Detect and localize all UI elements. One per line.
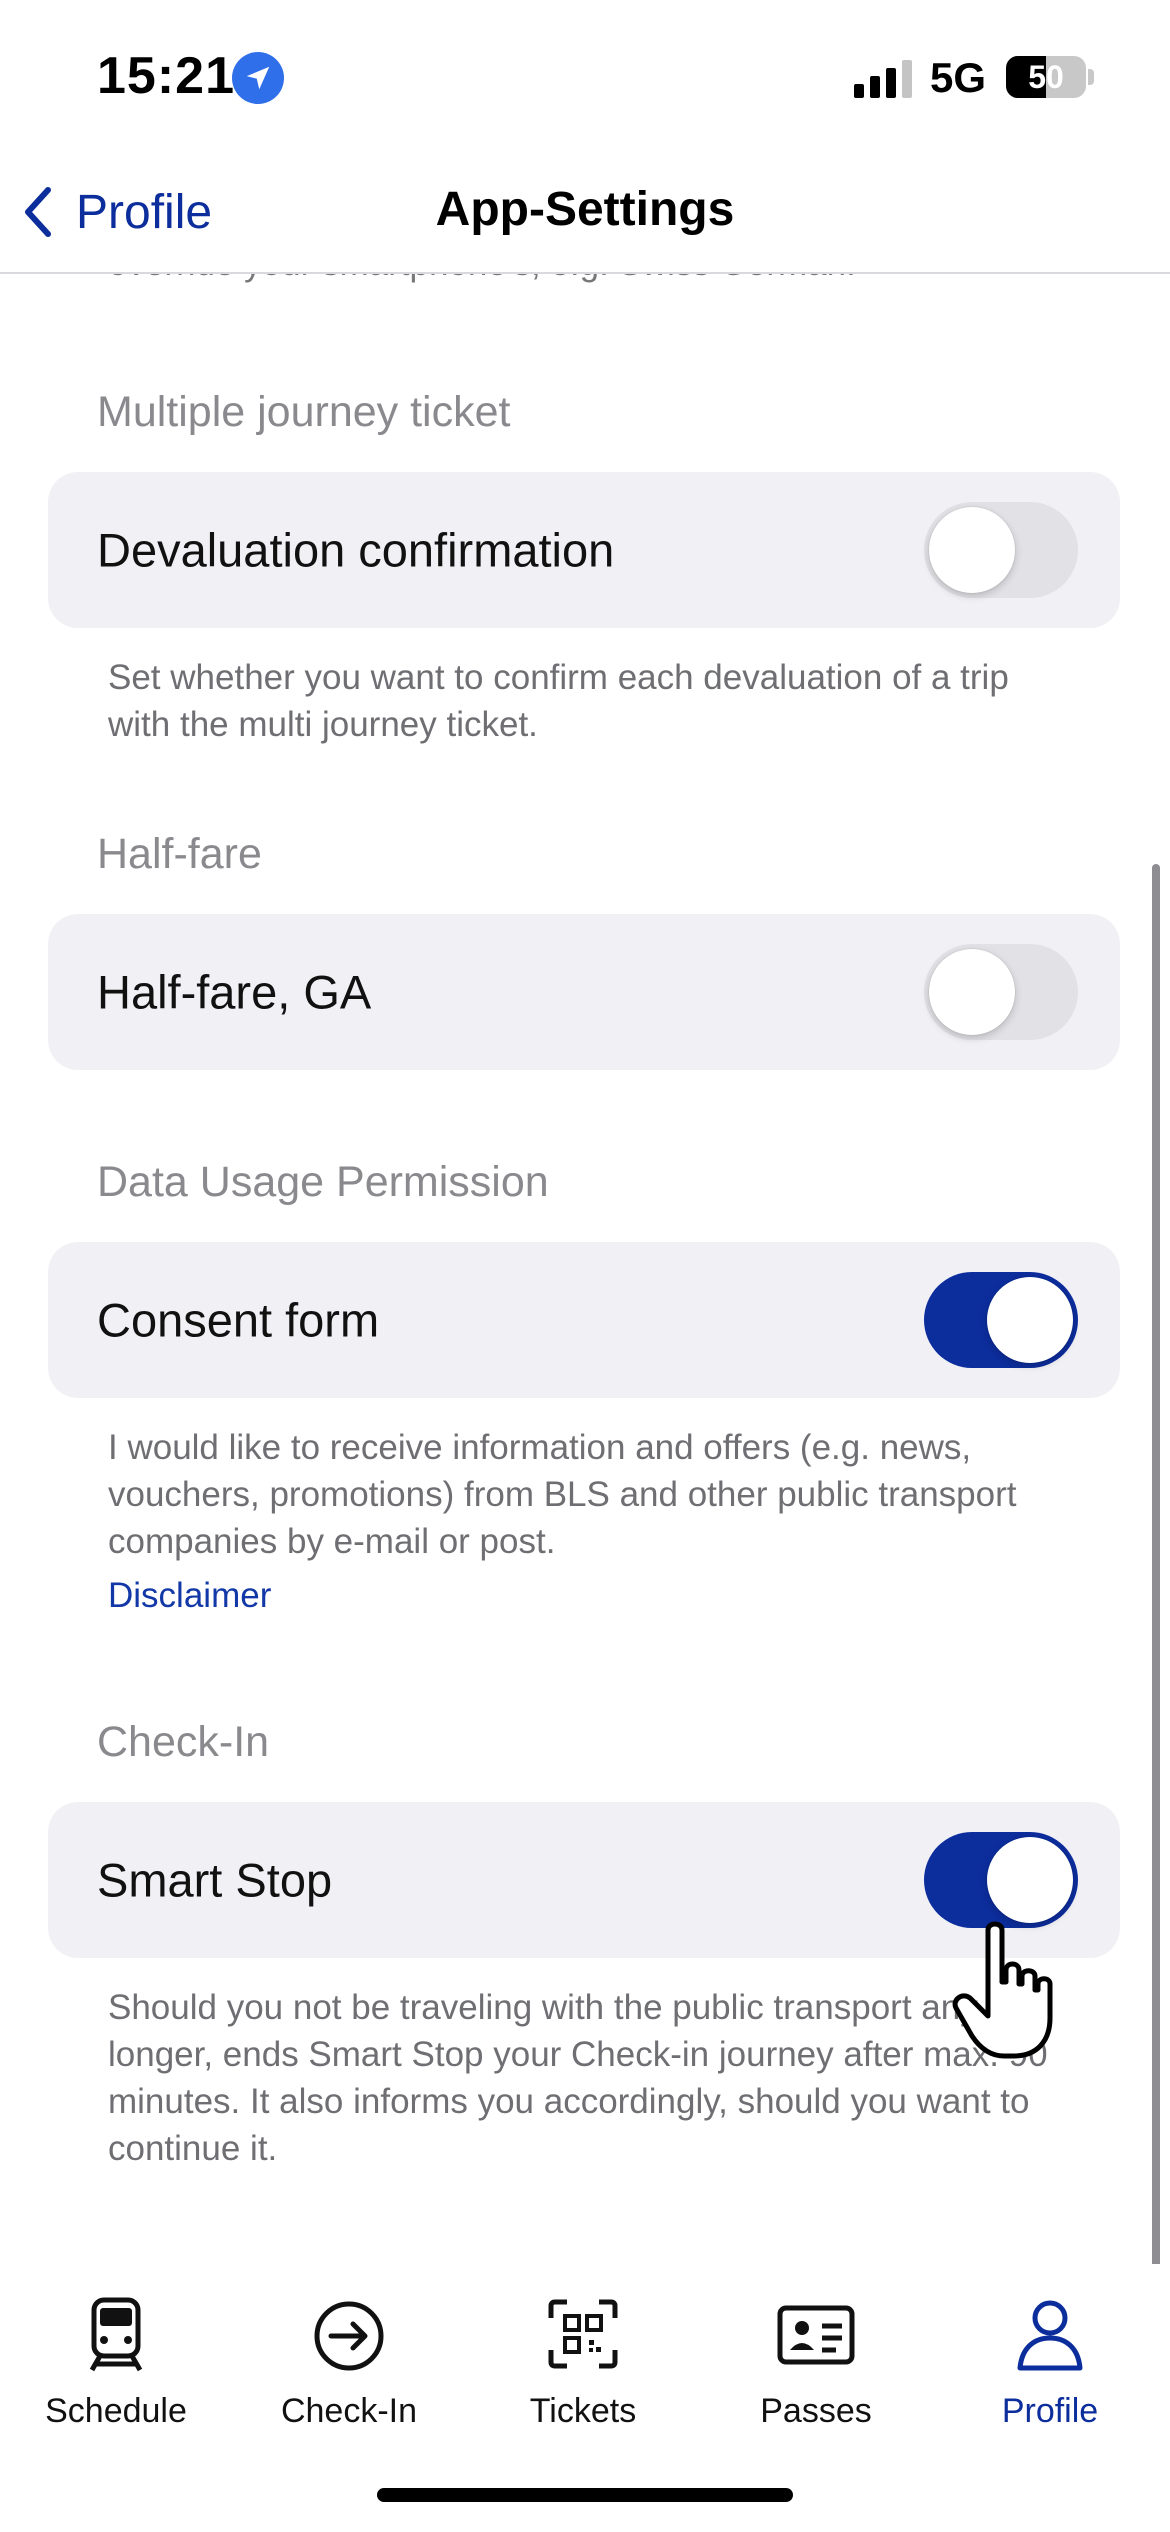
cellular-signal-icon	[854, 60, 912, 98]
consent-toggle[interactable]	[924, 1272, 1078, 1368]
qr-code-icon	[548, 2299, 618, 2369]
setting-label-smart-stop: Smart Stop	[97, 1853, 333, 1907]
smart-stop-toggle[interactable]	[924, 1832, 1078, 1928]
section-title-data-usage: Data Usage Permission	[97, 1158, 549, 1206]
setting-description-consent: I would like to receive information and …	[108, 1428, 1017, 1561]
tab-tickets[interactable]: Tickets	[483, 2294, 683, 2431]
setting-card-consent: Consent form	[48, 1242, 1120, 1398]
location-arrow-icon	[232, 52, 284, 104]
setting-description-devaluation: Set whether you want to confirm each dev…	[108, 658, 1009, 744]
setting-label-half-fare: Half-fare, GA	[97, 965, 372, 1019]
battery-percent: 50	[1028, 59, 1064, 95]
id-card-icon	[777, 2305, 855, 2365]
page-title: App-Settings	[435, 183, 735, 236]
toggle-knob	[987, 1277, 1073, 1363]
hand-pointer-icon	[952, 1921, 1053, 2059]
disclaimer-link[interactable]: Disclaimer	[108, 1576, 271, 1616]
setting-label-devaluation: Devaluation confirmation	[97, 523, 615, 577]
tab-schedule[interactable]: Schedule	[16, 2294, 216, 2431]
navigation-bar: Profile App-Settings	[0, 150, 1170, 274]
section-title-check-in: Check-In	[97, 1718, 270, 1766]
toggle-knob	[929, 949, 1015, 1035]
devaluation-toggle[interactable]	[924, 502, 1078, 598]
language-description: override your smartphone's, e.g. Swiss G…	[108, 274, 856, 284]
battery-nub	[1088, 69, 1094, 85]
tab-check-in[interactable]: Check-In	[249, 2294, 449, 2431]
status-bar: 15:21 5G 50	[0, 0, 1170, 150]
tab-label-profile: Profile	[1001, 2392, 1099, 2430]
tab-label-tickets: Tickets	[529, 2392, 637, 2430]
scrollbar[interactable]	[1152, 864, 1160, 2264]
tab-passes[interactable]: Passes	[716, 2294, 916, 2431]
toggle-knob	[929, 507, 1015, 593]
arrow-circle-icon	[314, 2301, 384, 2371]
home-indicator[interactable]	[377, 2488, 793, 2502]
status-time: 15:21	[97, 47, 235, 105]
tab-profile[interactable]: Profile	[950, 2294, 1150, 2431]
person-icon	[1017, 2300, 1083, 2371]
battery-icon: 50	[1006, 56, 1086, 98]
train-icon	[89, 2297, 143, 2372]
setting-card-devaluation: Devaluation confirmation	[48, 472, 1120, 628]
tab-label-schedule: Schedule	[45, 2392, 187, 2430]
half-fare-toggle[interactable]	[924, 944, 1078, 1040]
tab-label-passes: Passes	[760, 2392, 872, 2430]
tab-label-check-in: Check-In	[280, 2392, 418, 2430]
toggle-knob	[987, 1837, 1073, 1923]
network-type: 5G	[930, 54, 987, 101]
setting-description-smart-stop: Should you not be traveling with the pub…	[108, 1988, 1048, 2168]
setting-card-half-fare: Half-fare, GA	[48, 914, 1120, 1070]
section-title-half-fare: Half-fare	[97, 830, 262, 878]
section-title-multiple-journey: Multiple journey ticket	[97, 388, 511, 436]
setting-label-consent: Consent form	[97, 1293, 380, 1347]
